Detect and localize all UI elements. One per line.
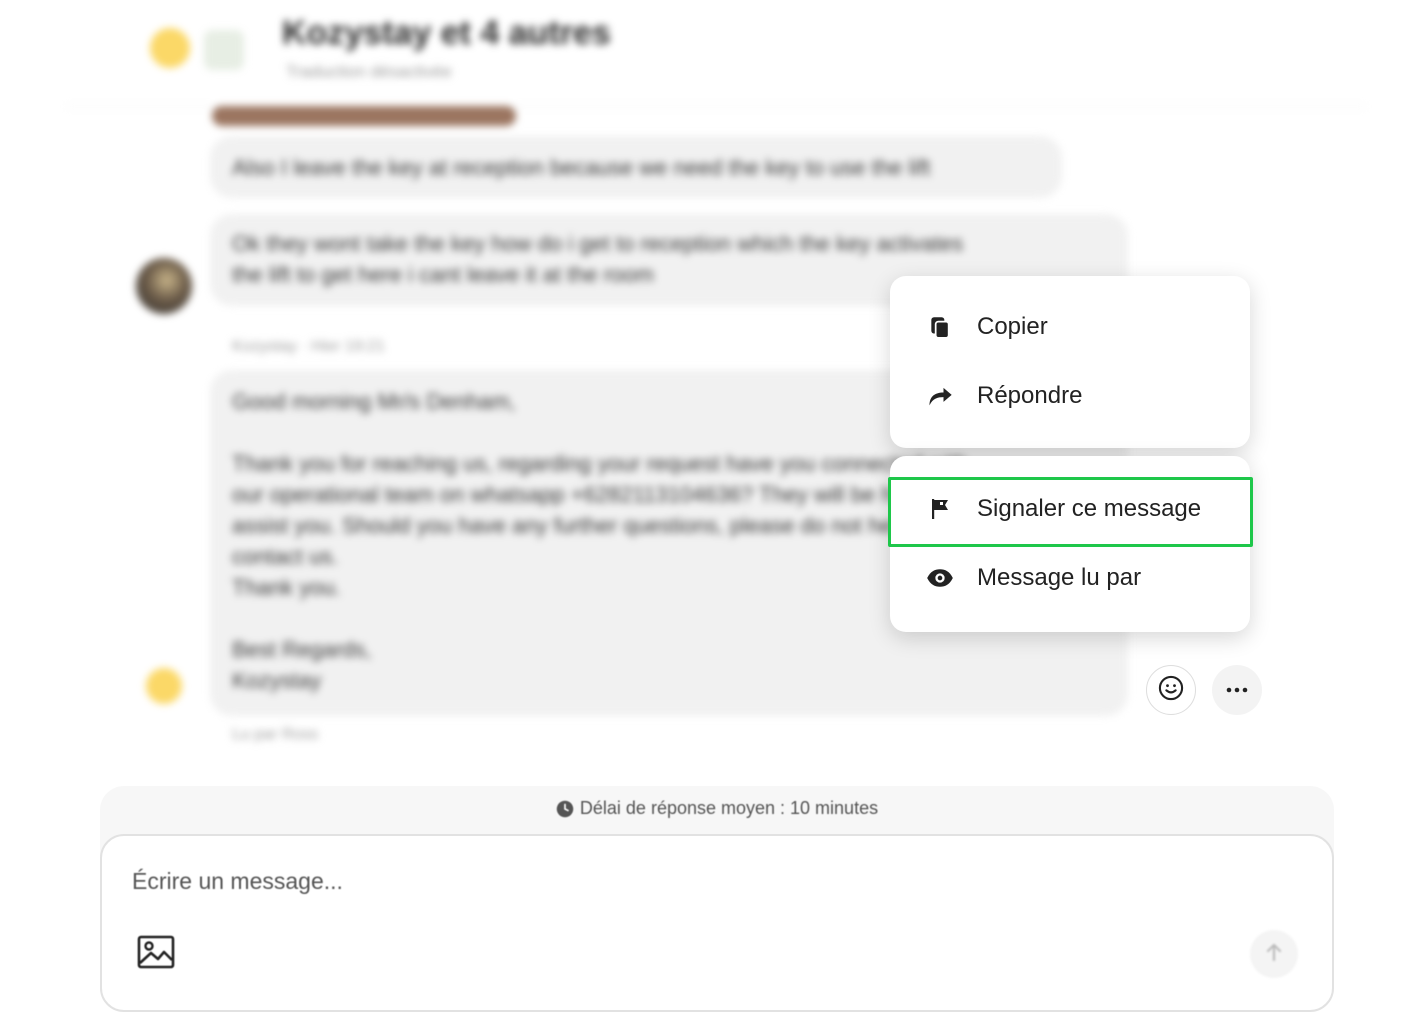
ellipsis-icon xyxy=(1225,681,1249,699)
smiley-icon xyxy=(1157,674,1185,707)
arrow-up-icon xyxy=(1265,942,1283,967)
menu-item-report-message[interactable]: Signaler ce message xyxy=(890,484,1250,534)
host-avatar-small xyxy=(146,668,182,704)
send-button[interactable] xyxy=(1250,930,1298,978)
read-receipt: Lu par Ross xyxy=(232,726,319,743)
menu-item-label: Copier xyxy=(977,313,1048,340)
message-composer xyxy=(100,834,1334,1012)
response-time-text: Délai de réponse moyen : 10 minutes xyxy=(579,798,879,818)
chat-screen: Kozystay et 4 autres Traduction désactiv… xyxy=(0,0,1426,1022)
flag-icon xyxy=(926,495,954,523)
menu-item-read-by[interactable]: Message lu par xyxy=(890,553,1250,603)
copy-icon xyxy=(926,313,954,341)
message-bubble[interactable]: Also I leave the key at reception becaus… xyxy=(210,136,1062,198)
emoji-reaction-button[interactable] xyxy=(1146,665,1196,715)
composer-container: Délai de réponse moyen : 10 minutes xyxy=(100,786,1334,1012)
reply-arrow-icon xyxy=(926,382,954,410)
message-line: Also I leave the key at reception becaus… xyxy=(232,155,931,180)
host-avatar xyxy=(150,28,190,68)
attach-image-button[interactable] xyxy=(136,934,176,974)
more-options-button[interactable] xyxy=(1212,665,1262,715)
listing-thumbnail xyxy=(204,30,244,70)
message-input[interactable] xyxy=(132,868,1032,895)
menu-item-label: Répondre xyxy=(977,382,1083,409)
redacted-bar xyxy=(212,106,516,126)
menu-item-label: Signaler ce message xyxy=(977,495,1202,522)
message-line: Ok they wont take the key how do i get t… xyxy=(232,231,964,256)
image-icon xyxy=(137,935,175,974)
message-line: Best Regards, xyxy=(232,637,372,662)
guest-avatar xyxy=(136,258,192,314)
message-line: Kozystay xyxy=(232,668,322,693)
eye-icon xyxy=(926,564,954,592)
translation-status: Traduction désactivée xyxy=(286,62,452,81)
response-time-note: Délai de réponse moyen : 10 minutes xyxy=(100,798,1334,819)
sender-meta: Kozystay · Hier 19:21 xyxy=(232,338,385,355)
menu-item-reply[interactable]: Répondre xyxy=(890,371,1250,421)
clock-icon xyxy=(556,800,574,818)
menu-item-label: Message lu par xyxy=(977,564,1142,591)
context-menu-group-1: Copier Répondre xyxy=(890,276,1250,448)
menu-item-copy[interactable]: Copier xyxy=(890,302,1250,352)
conversation-title: Kozystay et 4 autres xyxy=(282,14,611,52)
context-menu-group-2: Signaler ce message Message lu par xyxy=(890,456,1250,632)
